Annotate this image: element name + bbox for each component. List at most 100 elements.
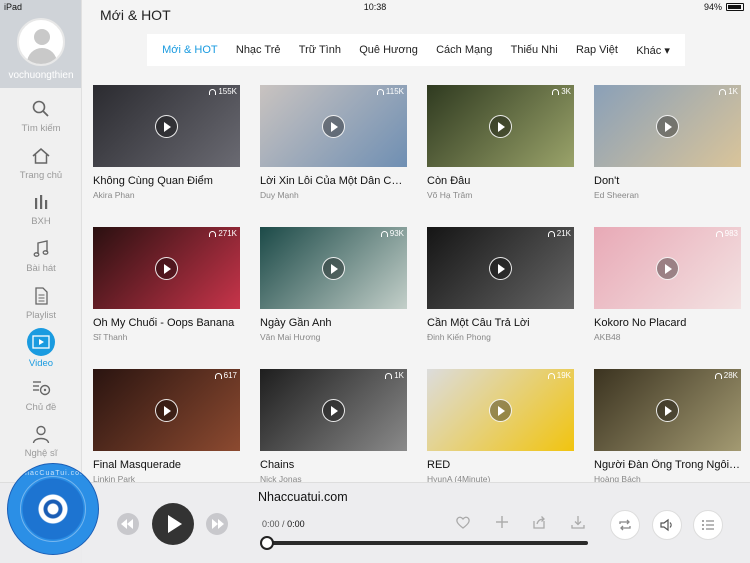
sidebar-item-video[interactable]: Video <box>0 328 82 369</box>
headphones-icon <box>209 88 217 95</box>
play-overlay-icon[interactable] <box>489 399 512 422</box>
tab-que-huong[interactable]: Quê Hương <box>359 44 418 56</box>
video-card[interactable]: 617 Final Masquerade Linkin Park <box>93 369 240 484</box>
video-card[interactable]: 115K Lời Xin Lỗi Của Một Dân Chơi Duy Mạnh <box>260 85 407 200</box>
battery-icon <box>726 3 744 11</box>
video-artist[interactable]: AKB48 <box>594 332 741 342</box>
video-card[interactable]: 28K Người Đàn Ông Trong Ngôi Nhà Hoàng Bác… <box>594 369 741 484</box>
video-card[interactable]: 1K Don't Ed Sheeran <box>594 85 741 200</box>
video-title[interactable]: Kokoro No Placard <box>594 317 741 329</box>
video-thumbnail[interactable]: 21K <box>427 227 574 309</box>
video-artist[interactable]: Đinh Kiến Phong <box>427 332 574 342</box>
repeat-button[interactable] <box>610 510 640 540</box>
play-overlay-icon[interactable] <box>489 257 512 280</box>
next-button[interactable] <box>206 513 228 535</box>
headphones-icon <box>719 88 727 95</box>
play-overlay-icon[interactable] <box>155 257 178 280</box>
video-thumbnail[interactable]: 28K <box>594 369 741 451</box>
heart-icon[interactable] <box>455 514 471 530</box>
repeat-icon <box>619 519 631 531</box>
video-title[interactable]: Final Masquerade <box>93 459 240 471</box>
video-artist[interactable]: Văn Mai Hương <box>260 332 407 342</box>
play-button[interactable] <box>152 503 194 545</box>
progress-bar[interactable] <box>260 536 588 550</box>
video-card[interactable]: 983 Kokoro No Placard AKB48 <box>594 227 741 342</box>
now-playing-disc[interactable]: NhacCuaTui.com <box>7 463 99 555</box>
view-count-value: 155K <box>218 87 237 96</box>
play-overlay-icon[interactable] <box>155 399 178 422</box>
video-artist[interactable]: Duy Mạnh <box>260 190 407 200</box>
tab-nhac-tre[interactable]: Nhạc Trẻ <box>236 44 281 56</box>
video-title[interactable]: Oh My Chuối - Oops Banana <box>93 317 240 329</box>
sidebar-item-topics[interactable]: Chủ đề <box>0 378 82 413</box>
video-thumbnail[interactable]: 93K <box>260 227 407 309</box>
play-overlay-icon[interactable] <box>489 115 512 138</box>
sidebar-item-label: Trang chủ <box>19 170 63 181</box>
view-count: 28K <box>714 371 738 380</box>
video-title[interactable]: Chains <box>260 459 407 471</box>
video-card[interactable]: 93K Ngày Gần Anh Văn Mai Hương <box>260 227 407 342</box>
tab-cach-mang[interactable]: Cách Mạng <box>436 44 492 56</box>
headphones-icon <box>214 372 222 379</box>
play-overlay-icon[interactable] <box>656 257 679 280</box>
tab-more[interactable]: Khác ▾ <box>636 44 670 57</box>
video-artist[interactable]: Akira Phan <box>93 190 240 200</box>
tab-tru-tinh[interactable]: Trữ Tình <box>299 44 341 56</box>
add-icon[interactable] <box>494 514 510 530</box>
sidebar-item-artists[interactable]: Nghệ sĩ <box>0 424 82 459</box>
play-overlay-icon[interactable] <box>322 115 345 138</box>
search-icon <box>32 100 49 117</box>
video-title[interactable]: Người Đàn Ông Trong Ngôi Nhà <box>594 459 741 471</box>
tab-moi-hot[interactable]: Mới & HOT <box>162 44 218 56</box>
video-title[interactable]: Cần Một Câu Trả Lời <box>427 317 574 329</box>
video-thumbnail[interactable]: 1K <box>260 369 407 451</box>
volume-button[interactable] <box>652 510 682 540</box>
video-title[interactable]: Don't <box>594 175 741 187</box>
music-note-icon <box>33 240 49 257</box>
video-thumbnail[interactable]: 983 <box>594 227 741 309</box>
play-overlay-icon[interactable] <box>322 257 345 280</box>
video-card[interactable]: 1K Chains Nick Jonas <box>260 369 407 484</box>
sidebar-item-home[interactable]: Trang chủ <box>0 146 82 181</box>
video-title[interactable]: RED <box>427 459 574 471</box>
sidebar-item-playlist[interactable]: Playlist <box>0 286 82 321</box>
sidebar-item-chart[interactable]: BXH <box>0 192 82 227</box>
video-thumbnail[interactable]: 3K <box>427 85 574 167</box>
video-thumbnail[interactable]: 19K <box>427 369 574 451</box>
video-card[interactable]: 21K Cần Một Câu Trả Lời Đinh Kiến Phong <box>427 227 574 342</box>
video-thumbnail[interactable]: 155K <box>93 85 240 167</box>
video-card[interactable]: 155K Không Cùng Quan Điểm Akira Phan <box>93 85 240 200</box>
tab-thieu-nhi[interactable]: Thiếu Nhi <box>511 44 558 56</box>
previous-button[interactable] <box>117 513 139 535</box>
video-artist[interactable]: Sĩ Thanh <box>93 332 240 342</box>
avatar[interactable] <box>17 18 65 66</box>
video-title[interactable]: Ngày Gần Anh <box>260 317 407 329</box>
play-overlay-icon[interactable] <box>656 399 679 422</box>
share-icon[interactable] <box>531 514 547 530</box>
queue-button[interactable] <box>693 510 723 540</box>
video-thumbnail[interactable]: 1K <box>594 85 741 167</box>
video-card[interactable]: 19K RED HyunA (4Minute) <box>427 369 574 484</box>
sidebar-item-songs[interactable]: Bài hát <box>0 239 82 274</box>
video-thumbnail[interactable]: 115K <box>260 85 407 167</box>
download-icon[interactable] <box>570 514 586 530</box>
video-card[interactable]: 271K Oh My Chuối - Oops Banana Sĩ Thanh <box>93 227 240 342</box>
play-overlay-icon[interactable] <box>155 115 178 138</box>
progress-knob[interactable] <box>260 536 274 550</box>
player-bar: Nhaccuatui.com 0:00 / 0:00 <box>0 482 750 563</box>
playlist-icon <box>35 287 48 305</box>
video-title[interactable]: Lời Xin Lỗi Của Một Dân Chơi <box>260 175 407 187</box>
tab-rap-viet[interactable]: Rap Việt <box>576 44 618 56</box>
video-title[interactable]: Còn Đâu <box>427 175 574 187</box>
video-card[interactable]: 3K Còn Đâu Võ Hạ Trâm <box>427 85 574 200</box>
play-overlay-icon[interactable] <box>656 115 679 138</box>
play-overlay-icon[interactable] <box>322 399 345 422</box>
sidebar-item-search[interactable]: Tìm kiếm <box>0 99 82 134</box>
video-artist[interactable]: Ed Sheeran <box>594 190 741 200</box>
video-thumbnail[interactable]: 617 <box>93 369 240 451</box>
view-count-value: 1K <box>394 371 404 380</box>
view-count: 3K <box>552 87 571 96</box>
video-title[interactable]: Không Cùng Quan Điểm <box>93 175 240 187</box>
video-thumbnail[interactable]: 271K <box>93 227 240 309</box>
video-artist[interactable]: Võ Hạ Trâm <box>427 190 574 200</box>
